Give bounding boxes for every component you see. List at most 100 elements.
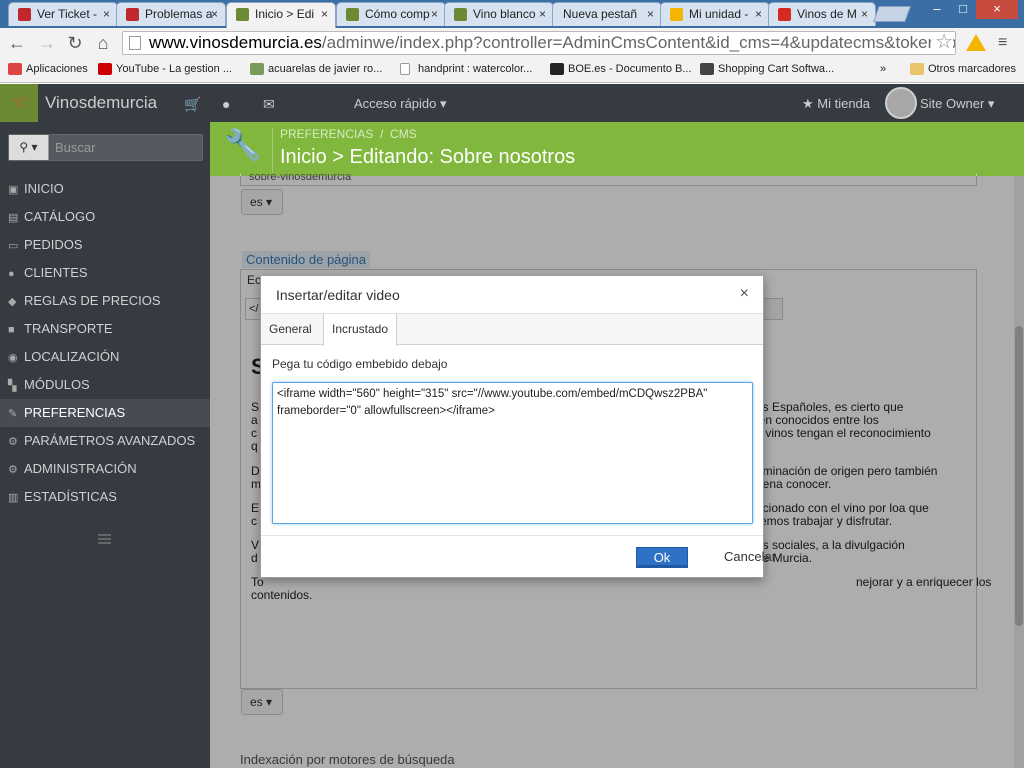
tab-label: Problemas a [145,7,213,21]
sidebar-item-estadisticas[interactable]: ▥ ESTADÍSTICAS [0,483,210,511]
bookmarks-more-chevron-icon[interactable]: » [880,63,886,75]
back-arrow-icon[interactable]: ← [6,32,28,54]
tab-close-icon[interactable]: × [431,3,438,25]
tab-close-icon[interactable]: × [647,3,654,25]
browser-tab[interactable]: Vinos de M × [768,2,876,26]
puzzle-icon: ▚ [8,380,17,392]
other-bookmarks-label: Otros marcadores [928,63,1017,75]
quick-access-dropdown[interactable]: Acceso rápido ▾ [354,96,447,112]
breadcrumb-cms[interactable]: CMS [390,127,417,141]
tab-label: Inicio > Edi [255,7,315,21]
tab-close-icon[interactable]: × [861,3,868,25]
ticket-favicon-icon [18,8,31,21]
sidebar-item-clientes[interactable]: ● CLIENTES [0,259,210,287]
breadcrumb-preferencias[interactable]: PREFERENCIAS [280,127,373,141]
sidebar-item-modulos[interactable]: ▚ MÓDULOS [0,371,210,399]
cogs-icon: ⚙ [8,436,18,448]
sidebar-item-pedidos[interactable]: ▭ PEDIDOS [0,231,210,259]
user-icon[interactable]: ● [222,96,230,112]
bookmark-star-icon[interactable]: ☆ [931,32,953,53]
new-tab-button[interactable] [873,6,911,22]
sidebar-item-label: CATÁLOGO [24,209,96,224]
chrome-menu-icon[interactable]: ≡ [998,34,1007,52]
tab-close-icon[interactable]: × [103,3,110,25]
search-input[interactable]: Buscar [55,140,95,155]
search-icon[interactable]: ⚲ ▾ [9,135,49,160]
sidebar-item-inicio[interactable]: ▣ INICIO [0,175,210,203]
sidebar-item-label: PEDIDOS [24,237,83,252]
other-bookmarks[interactable]: Otros marcadores [910,63,1016,75]
bookmark-label: acuarelas de javier ro... [268,63,383,75]
browser-tab-active[interactable]: Inicio > Edi × [226,2,336,28]
collapse-menu-icon[interactable] [98,534,111,544]
tab-label: Ver Ticket - [37,7,98,21]
bookmark-apps[interactable]: Aplicaciones [8,63,88,75]
brand-name[interactable]: Vinosdemurcia [45,93,157,113]
tab-label: Cómo comp [365,7,430,21]
page-header: 🔧 PREFERENCIAS / CMS Inicio > Editando: … [210,122,1024,176]
my-store-link[interactable]: ★ Mi tienda [802,96,870,112]
wrench-icon: ✎ [8,408,18,420]
forward-arrow-icon[interactable]: → [36,32,58,54]
page-icon [129,36,141,50]
google-drive-favicon-icon [670,8,683,21]
avatar[interactable] [885,87,917,119]
address-bar[interactable]: www.vinosdemurcia.es/adminwe/index.php?c… [122,31,956,55]
bookmark-item[interactable]: BOE.es - Documento B... [550,63,692,75]
sidebar-item-label: ADMINISTRACIÓN [24,461,137,476]
tab-general[interactable]: General [261,314,320,345]
gear-icon: ⚙ [8,464,18,476]
home-icon[interactable]: ⌂ [92,32,114,54]
tab-label: Nueva pestañ [563,7,638,21]
bookmark-item[interactable]: handprint : watercolor... [400,63,532,75]
url-host: www.vinosdemurcia.es [149,33,322,52]
sidebar-item-catalogo[interactable]: ▤ CATÁLOGO [0,203,210,231]
sidebar-item-localizacion[interactable]: ◉ LOCALIZACIÓN [0,343,210,371]
browser-tab[interactable]: Vino blanco × [444,2,554,26]
cancel-button[interactable]: Cancelar [724,549,776,564]
tab-embed[interactable]: Incrustado [323,314,398,346]
tab-close-icon[interactable]: × [211,3,218,25]
page-icon [400,63,410,75]
window-controls: – □ × [924,0,1018,19]
tab-close-icon[interactable]: × [755,3,762,25]
minimize-button[interactable]: – [924,0,950,19]
browser-tab[interactable]: Problemas a × [116,2,226,26]
maximize-button[interactable]: □ [950,0,976,19]
tab-close-icon[interactable]: × [539,3,546,25]
user-menu[interactable]: Site Owner ▾ [920,96,994,112]
envelope-icon[interactable]: ✉ [263,96,275,113]
browser-tab[interactable]: Ver Ticket - × [8,2,118,26]
close-icon[interactable]: × [740,285,749,303]
dialog-title: Insertar/editar video [276,287,400,303]
close-window-button[interactable]: × [976,0,1018,19]
browser-tab[interactable]: Nueva pestañ × [552,2,662,26]
hand-pointer-icon: ☜ [10,92,28,114]
bookmark-label: YouTube - La gestion ... [116,63,232,75]
tab-close-icon[interactable]: × [321,3,328,25]
search-box: ⚲ ▾ Buscar [8,134,203,161]
browser-tab[interactable]: Cómo comp × [336,2,446,26]
reload-icon[interactable]: ↻ [64,32,86,54]
watercolor-icon [250,63,264,75]
bookmark-item[interactable]: YouTube - La gestion ... [98,63,232,75]
logo[interactable]: ☜ [0,84,38,122]
sidebar-item-preferencias[interactable]: ✎ PREFERENCIAS [0,399,210,427]
sidebar-item-reglas-precios[interactable]: ◆ REGLAS DE PRECIOS [0,287,210,315]
sidebar-item-administracion[interactable]: ⚙ ADMINISTRACIÓN [0,455,210,483]
sidebar-item-transporte[interactable]: ■ TRANSPORTE [0,315,210,343]
dialog-header: Insertar/editar video × [261,276,763,314]
ok-button[interactable]: Ok [636,547,688,568]
embed-code-textarea[interactable] [272,382,753,524]
apps-grid-icon [8,63,22,75]
sidebar-item-parametros-avanzados[interactable]: ⚙ PARÁMETROS AVANZADOS [0,427,210,455]
truck-icon: ■ [8,324,15,336]
google-drive-icon[interactable] [966,34,986,51]
cart-icon[interactable]: 🛒 [184,96,201,113]
browser-tab[interactable]: Mi unidad - × [660,2,770,26]
dialog-tabs: General Incrustado [261,314,763,346]
bookmark-item[interactable]: Shopping Cart Softwa... [700,63,834,75]
breadcrumb: PREFERENCIAS / CMS [280,127,417,141]
sidebar-item-label: PARÁMETROS AVANZADOS [24,433,196,448]
bookmark-item[interactable]: acuarelas de javier ro... [250,63,382,75]
